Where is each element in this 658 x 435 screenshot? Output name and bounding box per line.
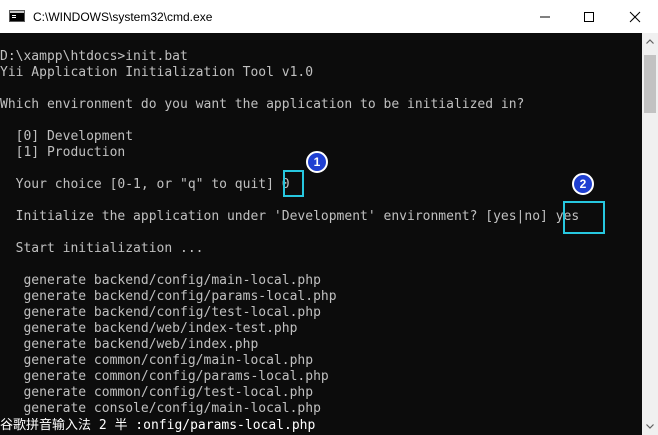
minimize-button[interactable] <box>522 0 568 33</box>
console-line: generate backend/web/index.php <box>0 337 259 352</box>
console-line: [0] Development <box>0 129 134 144</box>
console-line: generate common/config/params-local.php <box>0 369 329 384</box>
console-line: generate backend/web/index-test.php <box>0 321 298 336</box>
highlight-choice-input <box>283 170 304 197</box>
console-line: [1] Production <box>0 145 126 160</box>
chevron-down-icon <box>646 424 654 429</box>
console-line: generate backend/config/test-local.php <box>0 305 321 320</box>
console-line: Which environment do you want the applic… <box>0 97 525 112</box>
console-line: Start initialization ... <box>0 241 204 256</box>
console-line: Yii Application Initialization Tool v1.0 <box>0 65 314 80</box>
console-output[interactable]: D:\xampp\htdocs>init.bat Yii Application … <box>0 33 642 435</box>
chevron-up-icon <box>646 39 654 44</box>
console-line: generate common/config/test-local.php <box>0 385 314 400</box>
highlight-confirm-input <box>563 201 605 234</box>
console-line: generate backend/config/main-local.php <box>0 273 321 288</box>
vertical-scrollbar[interactable] <box>642 33 658 435</box>
console-line: generate backend/config/params-local.php <box>0 289 337 304</box>
step-badge-1: 1 <box>306 151 328 173</box>
close-button[interactable] <box>612 0 658 33</box>
ime-status-bar: 谷歌拼音输入法 2 半 :onfig/params-local.php <box>0 418 350 435</box>
console-line: D:\xampp\htdocs>init.bat <box>0 49 188 64</box>
maximize-button[interactable] <box>566 0 612 33</box>
close-icon <box>629 11 641 22</box>
console-line: Initialize the application under 'Develo… <box>0 209 580 224</box>
window-title: C:\WINDOWS\system32\cmd.exe <box>33 10 213 24</box>
console-app-icon <box>9 10 25 22</box>
maximize-icon <box>584 11 594 22</box>
title-bar[interactable]: C:\WINDOWS\system32\cmd.exe <box>0 0 658 33</box>
scrollbar-thumb[interactable] <box>644 55 656 113</box>
step-badge-2: 2 <box>572 173 594 195</box>
cmd-window: C:\WINDOWS\system32\cmd.exe D:\xampp\htd… <box>0 0 658 435</box>
console-lines: D:\xampp\htdocs>init.bat Yii Application … <box>0 49 579 417</box>
scroll-down-button[interactable] <box>642 418 658 435</box>
console-line: generate common/config/main-local.php <box>0 353 314 368</box>
minimize-icon <box>540 16 550 17</box>
scroll-up-button[interactable] <box>642 33 658 50</box>
console-line: generate console/config/main-local.php <box>0 401 321 416</box>
